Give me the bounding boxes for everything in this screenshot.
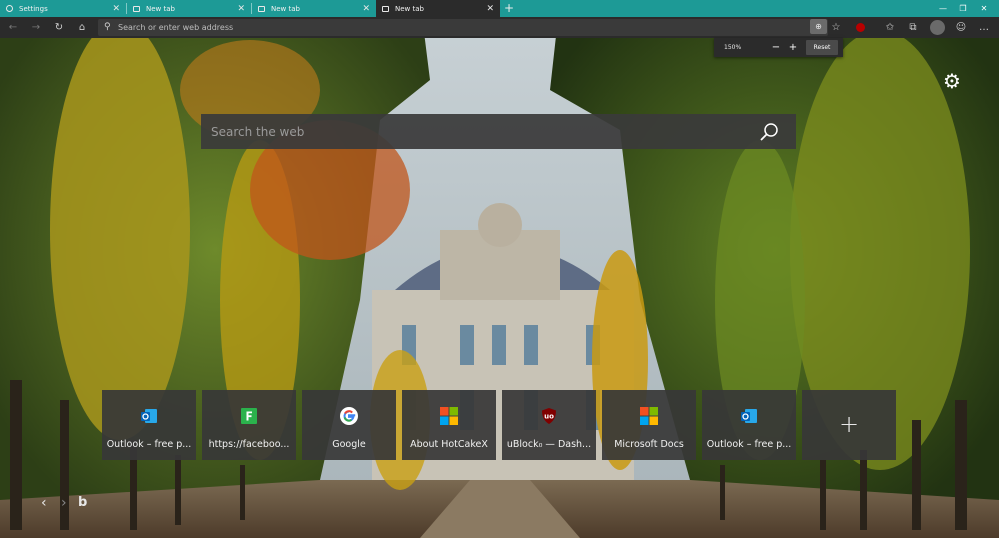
- favorites-icon[interactable]: ✩: [881, 17, 899, 38]
- tab-label: New tab: [146, 4, 175, 13]
- plus-icon: +: [838, 410, 860, 438]
- tile-label: Outlook – free p...: [706, 439, 792, 450]
- home-icon[interactable]: ⌂: [73, 17, 91, 38]
- quick-link-tile[interactable]: Google: [302, 390, 396, 460]
- outlook-icon: [741, 409, 757, 423]
- quick-link-tile[interactable]: https://faceboo...: [202, 390, 296, 460]
- feedly-icon: [241, 408, 257, 424]
- microsoft-icon: [440, 407, 458, 425]
- search-icon: ⚲: [104, 22, 111, 32]
- tab-strip: Settings ✕ New tab ✕ New tab ✕ New tab ✕…: [0, 0, 999, 17]
- refresh-icon[interactable]: ↻: [50, 17, 68, 38]
- page-settings-gear-icon[interactable]: ⚙: [941, 70, 963, 92]
- gear-icon: [6, 5, 13, 12]
- ublock-icon: uo: [542, 408, 556, 424]
- minimize-button[interactable]: —: [935, 0, 951, 17]
- new-tab-button[interactable]: +: [502, 0, 516, 17]
- close-icon[interactable]: ✕: [237, 4, 245, 14]
- add-quick-link-button[interactable]: +: [802, 390, 896, 460]
- tile-label: uBlock₀ — Dash...: [506, 439, 592, 450]
- feedback-icon[interactable]: ☺: [952, 17, 970, 38]
- web-search-box[interactable]: [201, 114, 796, 149]
- avatar[interactable]: [930, 20, 945, 35]
- tab-new-tab[interactable]: New tab ✕: [252, 0, 376, 17]
- bing-logo-icon[interactable]: b: [78, 495, 87, 511]
- tile-label: Google: [332, 439, 366, 450]
- tab-settings[interactable]: Settings ✕: [0, 0, 126, 17]
- web-search-input[interactable]: [211, 122, 741, 141]
- tab-label: Settings: [19, 4, 48, 13]
- zoom-reset-button[interactable]: Reset: [806, 40, 838, 55]
- close-window-button[interactable]: ✕: [976, 0, 992, 17]
- zoom-level: 150%: [724, 44, 742, 51]
- address-bar[interactable]: ⚲: [98, 19, 828, 36]
- previous-image-button[interactable]: ‹: [41, 495, 47, 511]
- tile-label: About HotCakeX: [410, 439, 488, 450]
- quick-link-tile[interactable]: uo uBlock₀ — Dash...: [502, 390, 596, 460]
- tile-label: Outlook – free p...: [106, 439, 192, 450]
- quick-link-tile[interactable]: About HotCakeX: [402, 390, 496, 460]
- more-options-icon[interactable]: …: [975, 17, 993, 38]
- tile-label: Microsoft Docs: [614, 439, 684, 450]
- tab-new-tab[interactable]: New tab ✕: [127, 0, 251, 17]
- search-icon[interactable]: [756, 120, 782, 144]
- page-icon: [382, 5, 389, 12]
- next-image-button[interactable]: ›: [61, 495, 67, 511]
- page-icon: [133, 5, 140, 12]
- zoom-out-button[interactable]: −: [770, 38, 782, 57]
- close-icon[interactable]: ✕: [486, 4, 494, 14]
- restore-button[interactable]: ❐: [955, 0, 971, 17]
- close-icon[interactable]: ✕: [362, 4, 370, 14]
- tab-label: New tab: [271, 4, 300, 13]
- back-icon[interactable]: ←: [4, 17, 22, 38]
- page-icon: [258, 5, 265, 12]
- quick-link-tile[interactable]: Outlook – free p...: [702, 390, 796, 460]
- favorite-star-icon[interactable]: ☆: [827, 17, 845, 38]
- zoom-in-button[interactable]: +: [787, 38, 799, 57]
- zoom-icon[interactable]: ⊕: [810, 19, 827, 34]
- close-icon[interactable]: ✕: [112, 4, 120, 14]
- microsoft-icon: [640, 407, 658, 425]
- tab-new-tab-active[interactable]: New tab ✕: [376, 0, 500, 17]
- address-input[interactable]: [118, 20, 798, 35]
- tile-label: https://faceboo...: [208, 439, 290, 450]
- navigation-toolbar: ← → ↻ ⌂ ⚲ ⊕ ☆ ✩ ⧉ ☺ …: [0, 17, 999, 38]
- collections-icon[interactable]: ⧉: [904, 17, 922, 38]
- ublock-extension-icon[interactable]: [856, 23, 865, 32]
- forward-icon[interactable]: →: [27, 17, 45, 38]
- zoom-flyout: 150% − + Reset: [714, 38, 843, 57]
- google-icon: [340, 407, 358, 425]
- tab-label: New tab: [395, 4, 424, 13]
- svg-text:uo: uo: [544, 413, 554, 421]
- quick-link-tile[interactable]: Outlook – free p...: [102, 390, 196, 460]
- outlook-icon: [141, 409, 157, 423]
- quick-link-tile[interactable]: Microsoft Docs: [602, 390, 696, 460]
